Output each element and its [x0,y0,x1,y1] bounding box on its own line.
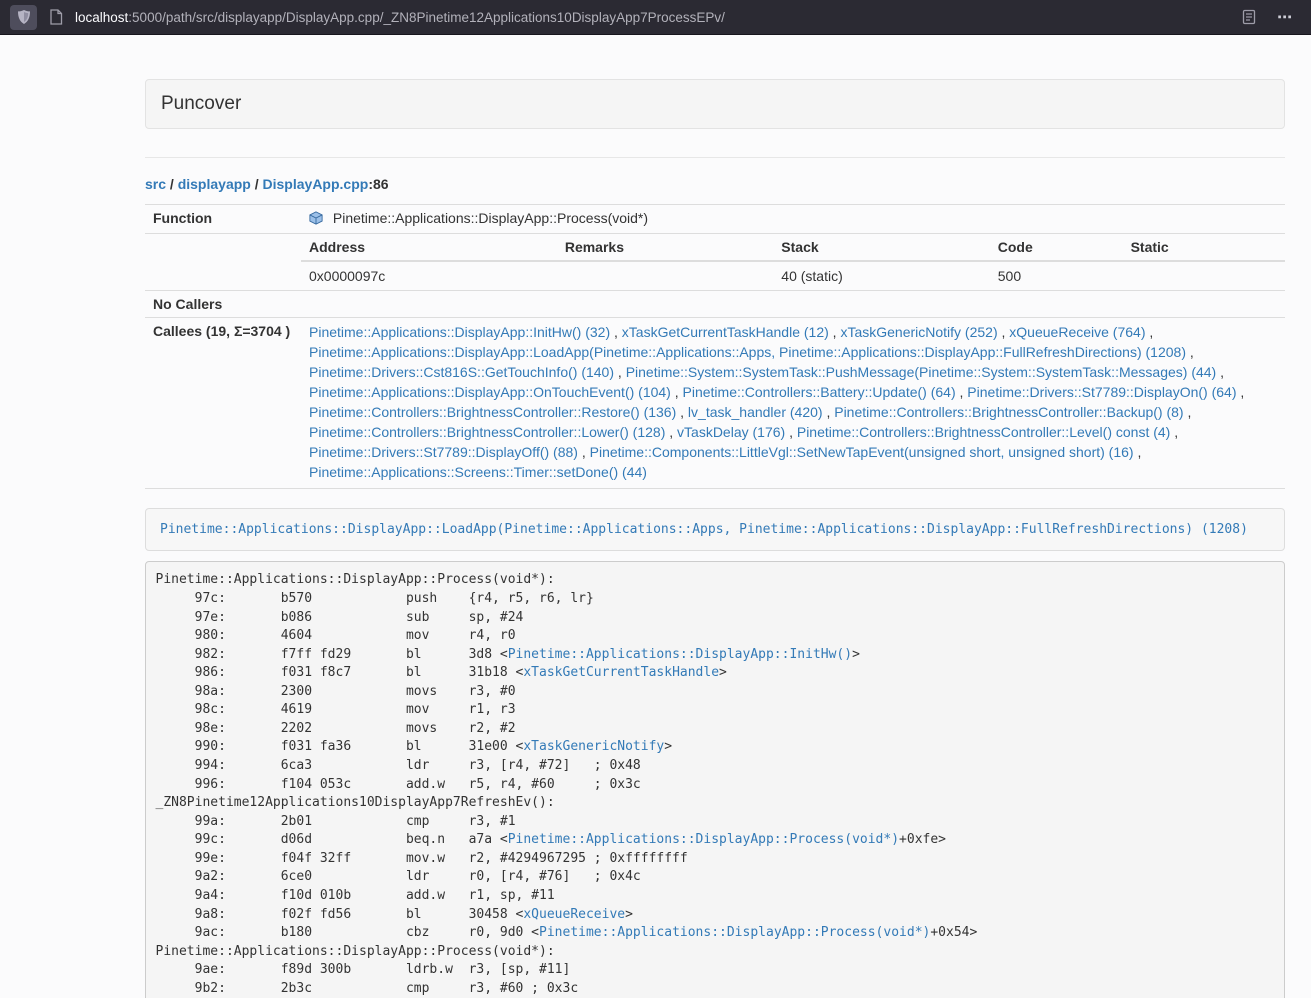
url-host: localhost [75,10,128,25]
callee-link[interactable]: Pinetime::Applications::Screens::Timer::… [309,464,647,480]
callee-separator: , [1134,444,1142,460]
callees-list: Pinetime::Applications::DisplayApp::Init… [301,318,1285,489]
callee-separator: , [956,384,968,400]
toolbar-actions: ⋯ [1239,7,1301,27]
disassembly-symbol-link[interactable]: Pinetime::Applications::DisplayApp::Proc… [508,832,899,847]
callee-link[interactable]: Pinetime::System::SystemTask::PushMessag… [626,364,1217,380]
callee-separator: , [671,384,683,400]
disassembly-symbol-link[interactable]: Pinetime::Applications::DisplayApp::Init… [508,647,852,662]
callee-link[interactable]: Pinetime::Drivers::St7789::DisplayOff() … [309,444,578,460]
shield-icon [14,7,34,27]
callee-link[interactable]: Pinetime::Applications::DisplayApp::Init… [309,324,610,340]
stats-header-row: Address Remarks Stack Code Static [301,234,1285,261]
page-title: Puncover [161,93,241,114]
callee-link[interactable]: Pinetime::Controllers::BrightnessControl… [309,424,665,440]
breadcrumb: src / displayapp / DisplayApp.cpp:86 [145,176,1285,192]
breadcrumb-separator: / [166,176,178,192]
page-info-icon[interactable] [46,7,66,27]
no-callers-empty-cell [301,291,1285,318]
callee-link[interactable]: Pinetime::Controllers::Battery::Update()… [683,384,956,400]
app-header-panel: Puncover [145,79,1285,129]
callee-separator: , [578,444,590,460]
callee-separator: , [823,404,835,420]
column-stack: Stack [773,234,989,261]
callee-link[interactable]: Pinetime::Drivers::St7789::DisplayOn() (… [967,384,1236,400]
stack-value: 40 (static) [773,261,989,290]
disassembly-symbol-link[interactable]: Pinetime::Applications::DisplayApp::Proc… [539,925,930,940]
stats-row-spacer [145,234,301,291]
callee-link[interactable]: xQueueReceive (764) [1009,324,1145,340]
assembly-symbol-heading-link[interactable]: Pinetime::Applications::DisplayApp::Load… [160,522,1248,537]
overflow-menu-icon[interactable]: ⋯ [1275,7,1295,27]
callee-separator: , [785,424,797,440]
url-bar[interactable]: localhost:5000/path/src/displayapp/Displ… [46,7,1230,27]
callee-link[interactable]: Pinetime::Controllers::BrightnessControl… [797,424,1170,440]
stats-cell: Address Remarks Stack Code Static 0x0000… [301,234,1285,291]
breadcrumb-line-number: :86 [368,176,388,192]
column-address: Address [301,234,557,261]
function-row: Function Pinetime::Applications::Display… [145,205,1285,234]
callee-separator: , [1184,404,1192,420]
url-path: :5000/path/src/displayapp/DisplayApp.cpp… [128,10,725,25]
callee-link[interactable]: Pinetime::Drivers::Cst816S::GetTouchInfo… [309,364,614,380]
disassembly-symbol-link[interactable]: xTaskGenericNotify [523,739,664,754]
callee-link[interactable]: vTaskDelay (176) [677,424,785,440]
remarks-value [557,261,773,290]
callee-separator: , [1186,344,1194,360]
callee-link[interactable]: Pinetime::Applications::DisplayApp::Load… [309,344,1186,360]
reader-view-icon[interactable] [1239,7,1259,27]
main-content: Puncover src / displayapp / DisplayApp.c… [145,35,1285,998]
breadcrumb-link[interactable]: src [145,176,166,192]
symbol-table: Function Pinetime::Applications::Display… [145,204,1285,489]
callee-separator: , [1216,364,1224,380]
callee-separator: , [614,364,626,380]
callee-link[interactable]: Pinetime::Controllers::BrightnessControl… [309,404,676,420]
breadcrumb-separator: / [251,176,263,192]
callee-separator: , [829,324,841,340]
address-value: 0x0000097c [301,261,557,290]
callee-link[interactable]: lv_task_handler (420) [688,404,823,420]
stats-value-row: 0x0000097c 40 (static) 500 [301,261,1285,290]
breadcrumb-link[interactable]: DisplayApp.cpp [263,176,369,192]
column-remarks: Remarks [557,234,773,261]
no-callers-label: No Callers [145,291,301,318]
disassembly-symbol-link[interactable]: xTaskGetCurrentTaskHandle [523,665,719,680]
cube-icon [309,211,323,228]
callee-separator: , [998,324,1010,340]
callee-separator: , [1170,424,1178,440]
callee-separator: , [665,424,677,440]
function-cell: Pinetime::Applications::DisplayApp::Proc… [301,205,1285,234]
assembly-heading-panel: Pinetime::Applications::DisplayApp::Load… [145,508,1285,551]
callee-separator: , [1145,324,1153,340]
callee-link[interactable]: xTaskGetCurrentTaskHandle (12) [622,324,829,340]
stats-row: Address Remarks Stack Code Static 0x0000… [145,234,1285,291]
breadcrumb-link[interactable]: displayapp [178,176,251,192]
code-value: 500 [990,261,1123,290]
disassembly-symbol-link[interactable]: xQueueReceive [523,907,625,922]
function-name: Pinetime::Applications::DisplayApp::Proc… [333,210,648,226]
callee-separator: , [676,404,688,420]
tracking-protection-button[interactable] [10,5,37,30]
callee-separator: , [610,324,622,340]
callee-link[interactable]: xTaskGenericNotify (252) [840,324,997,340]
callee-link[interactable]: Pinetime::Components::LittleVgl::SetNewT… [590,444,1134,460]
callee-link[interactable]: Pinetime::Applications::DisplayApp::OnTo… [309,384,671,400]
url-text: localhost:5000/path/src/displayapp/Displ… [75,10,725,25]
browser-toolbar: localhost:5000/path/src/displayapp/Displ… [0,0,1311,35]
callees-row: Callees (19, Σ=3704 ) Pinetime::Applicat… [145,318,1285,489]
column-code: Code [990,234,1123,261]
disassembly: Pinetime::Applications::DisplayApp::Proc… [145,561,1285,998]
callee-link[interactable]: Pinetime::Controllers::BrightnessControl… [834,404,1183,420]
callee-separator: , [1237,384,1245,400]
stats-table: Address Remarks Stack Code Static 0x0000… [301,234,1285,290]
static-value [1123,261,1285,290]
divider [145,157,1285,158]
callers-row: No Callers [145,291,1285,318]
function-row-label: Function [145,205,301,234]
callees-label: Callees (19, Σ=3704 ) [145,318,301,489]
column-static: Static [1123,234,1285,261]
